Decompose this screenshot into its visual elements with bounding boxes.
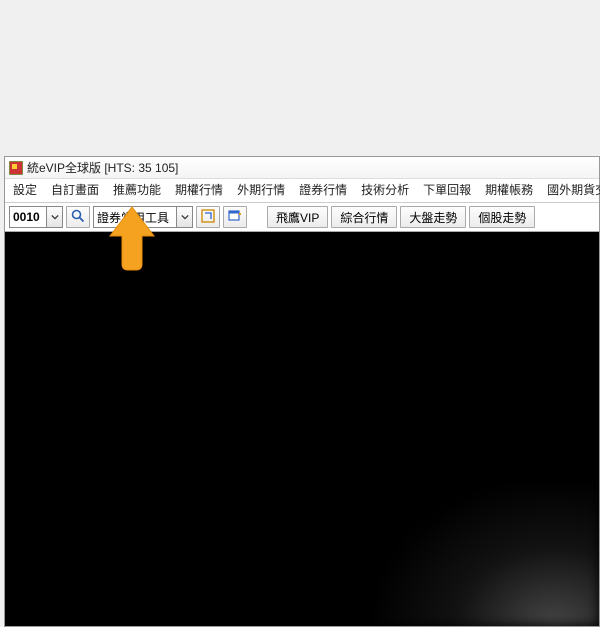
window-title: 統eVIP全球版 [HTS: 35 105] [27, 159, 178, 176]
btn-market-trend[interactable]: 大盤走勢 [400, 206, 466, 228]
menu-recommend[interactable]: 推薦功能 [113, 181, 161, 198]
menu-options-account[interactable]: 期權帳務 [485, 181, 533, 198]
menu-custom-screen[interactable]: 自訂畫面 [51, 181, 99, 198]
content-area [5, 232, 599, 626]
menu-order-report[interactable]: 下單回報 [423, 181, 471, 198]
toolbar: 飛鷹VIP 綜合行情 大盤走勢 個股走勢 [5, 203, 599, 232]
new-window-icon [227, 208, 243, 227]
btn-combined-quotes[interactable]: 綜合行情 [331, 206, 397, 228]
app-icon [9, 161, 23, 175]
refresh-icon [200, 208, 216, 227]
background-gradient [379, 486, 599, 626]
btn-label: 綜合行情 [340, 209, 388, 226]
menu-options-quotes[interactable]: 期權行情 [175, 181, 223, 198]
btn-label: 個股走勢 [478, 209, 526, 226]
menu-technical-analysis[interactable]: 技術分析 [361, 181, 409, 198]
tool-combo[interactable] [93, 206, 193, 228]
menu-foreign-futures-account[interactable]: 國外期貨交易帳務 [547, 181, 600, 198]
menubar: 設定 自訂畫面 推薦功能 期權行情 外期行情 證券行情 技術分析 下單回報 期權… [5, 179, 599, 203]
refresh-button[interactable] [196, 206, 220, 228]
titlebar: 統eVIP全球版 [HTS: 35 105] [5, 157, 599, 179]
chevron-down-icon[interactable] [46, 207, 62, 227]
stock-code-combo[interactable] [9, 206, 63, 228]
menu-settings[interactable]: 設定 [13, 181, 37, 198]
menu-securities-quotes[interactable]: 證券行情 [299, 181, 347, 198]
tool-combo-input[interactable] [94, 210, 176, 224]
btn-eagle-vip[interactable]: 飛鷹VIP [267, 206, 328, 228]
menu-foreign-futures[interactable]: 外期行情 [237, 181, 285, 198]
app-window: 統eVIP全球版 [HTS: 35 105] 設定 自訂畫面 推薦功能 期權行情… [4, 156, 600, 627]
search-icon [70, 208, 86, 227]
btn-label: 飛鷹VIP [276, 209, 319, 226]
chevron-down-icon[interactable] [176, 207, 192, 227]
btn-label: 大盤走勢 [409, 209, 457, 226]
search-button[interactable] [66, 206, 90, 228]
btn-stock-trend[interactable]: 個股走勢 [469, 206, 535, 228]
stock-code-input[interactable] [10, 210, 46, 224]
new-window-button[interactable] [223, 206, 247, 228]
